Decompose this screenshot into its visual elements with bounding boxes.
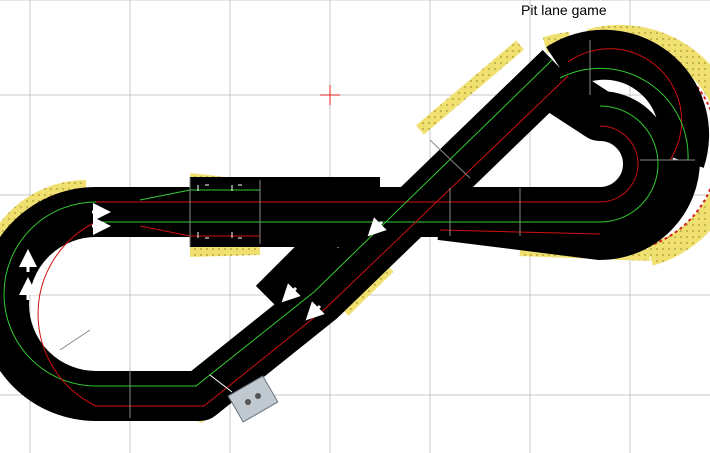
track-surface [0, 29, 710, 421]
crosshair-icon [320, 85, 340, 105]
track-designer-canvas[interactable]: Pit lane game [0, 0, 710, 453]
track-layout[interactable] [0, 0, 710, 453]
layout-title: Pit lane game [521, 2, 607, 18]
